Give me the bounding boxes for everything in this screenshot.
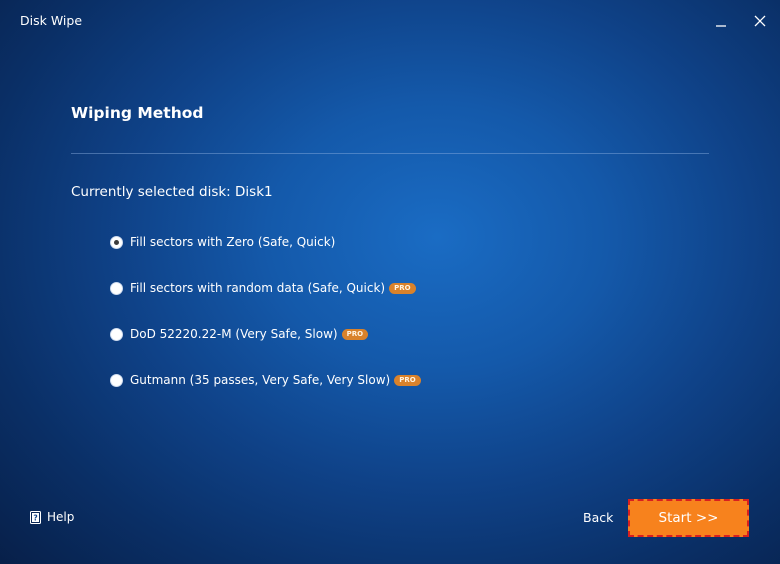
option-label: Gutmann (35 passes, Very Safe, Very Slow…: [130, 373, 391, 387]
pro-badge: PRO: [394, 374, 421, 386]
svg-text:?: ?: [33, 513, 37, 522]
start-button[interactable]: Start >>: [628, 499, 749, 537]
radio-fill-random[interactable]: [110, 281, 123, 295]
radio-selected-dot: [114, 239, 119, 245]
help-label: Help: [47, 510, 75, 524]
minimize-icon: [716, 25, 726, 27]
selected-disk-text: Currently selected disk: Disk1: [71, 184, 273, 200]
option-gutmann[interactable]: Gutmann (35 passes, Very Safe, Very Slow…: [110, 373, 421, 387]
page-title: Wiping Method: [71, 104, 204, 122]
close-icon: [754, 15, 766, 27]
title-divider: [71, 153, 709, 154]
help-book-icon: ?: [30, 510, 41, 524]
minimize-button[interactable]: [708, 8, 734, 34]
help-link[interactable]: ? Help: [30, 510, 74, 524]
option-label: DoD 52220.22-M (Very Safe, Slow): [130, 327, 338, 341]
back-button[interactable]: Back: [583, 510, 613, 525]
option-dod[interactable]: DoD 52220.22-M (Very Safe, Slow) PRO: [110, 327, 369, 341]
radio-dod[interactable]: [110, 327, 123, 341]
option-label: Fill sectors with Zero (Safe, Quick): [130, 235, 336, 249]
radio-gutmann[interactable]: [110, 373, 123, 387]
disk-wipe-window: Disk Wipe Wiping Method Currently select…: [0, 0, 780, 564]
option-fill-zero[interactable]: Fill sectors with Zero (Safe, Quick): [110, 235, 335, 249]
pro-badge: PRO: [389, 282, 416, 294]
close-button[interactable]: [747, 8, 773, 34]
option-fill-random[interactable]: Fill sectors with random data (Safe, Qui…: [110, 281, 416, 295]
pro-badge: PRO: [341, 328, 369, 340]
title-bar: Disk Wipe: [0, 0, 780, 40]
window-title: Disk Wipe: [20, 13, 83, 28]
radio-fill-zero[interactable]: [110, 235, 123, 249]
option-label: Fill sectors with random data (Safe, Qui…: [130, 281, 386, 295]
